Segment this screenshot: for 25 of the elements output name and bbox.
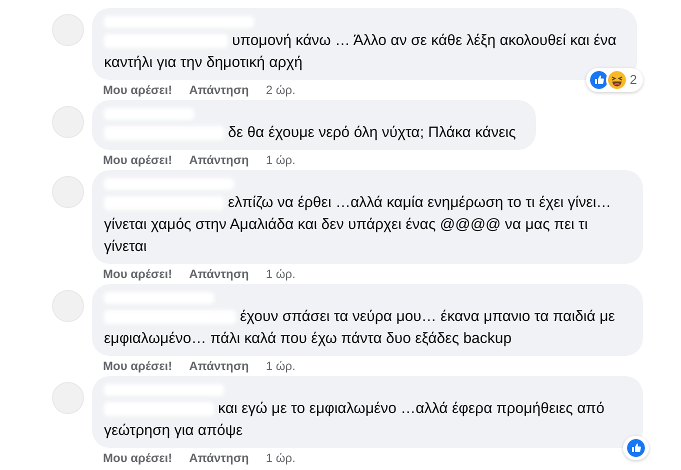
like-link[interactable]: Μου αρέσει! <box>103 357 172 375</box>
reply-link[interactable]: Απάντηση <box>189 449 249 467</box>
laughing-face-icon <box>606 69 628 91</box>
comment-text: έχουν σπάσει τα νεύρα μου… έκανα μπανιο τα παιδιά με εμφιαλωμένο… πάλι καλά που έχω πάντα δυο εξάδες backup <box>104 307 616 349</box>
thumbs-up-icon <box>588 69 610 91</box>
timestamp: 2 ώρ. <box>266 82 296 99</box>
reply-link[interactable]: Απάντηση <box>189 81 249 99</box>
like-link[interactable]: Μου αρέσει! <box>103 151 172 169</box>
reply-link[interactable]: Απάντηση <box>189 265 249 283</box>
timestamp: 1 ώρ. <box>266 266 296 283</box>
timestamp: 1 ώρ. <box>266 450 296 467</box>
thumbs-up-icon <box>625 437 647 459</box>
timestamp: 1 ώρ. <box>266 358 296 375</box>
like-link[interactable]: Μου αρέσει! <box>103 265 172 283</box>
timestamp: 1 ώρ. <box>266 152 296 169</box>
comment-text: και εγώ με το εμφιαλωμένο …αλλά έφερα προμήθειες από γεώτρηση για απόψε <box>104 399 606 441</box>
like-link[interactable]: Μου αρέσει! <box>103 81 172 99</box>
reply-link[interactable]: Απάντηση <box>189 357 249 375</box>
reply-link[interactable]: Απάντηση <box>189 151 249 169</box>
like-link[interactable]: Μου αρέσει! <box>103 449 172 467</box>
reaction-summary[interactable]: 2 <box>586 68 643 92</box>
comment-text: δε θα έχουμε νερό όλη νύχτα; Πλάκα κάνεις <box>104 122 524 144</box>
comment-text: ελπίζω να έρθει …αλλά καμία ενημέρωση το τι έχει γίνει…γίνεται χαμός στην Αμαλιάδα και δεν υπάρχει ένας @@@@ να μας πει τι γίνεται <box>104 193 612 257</box>
reaction-count: 2 <box>630 71 638 90</box>
reaction-summary[interactable] <box>623 436 649 460</box>
